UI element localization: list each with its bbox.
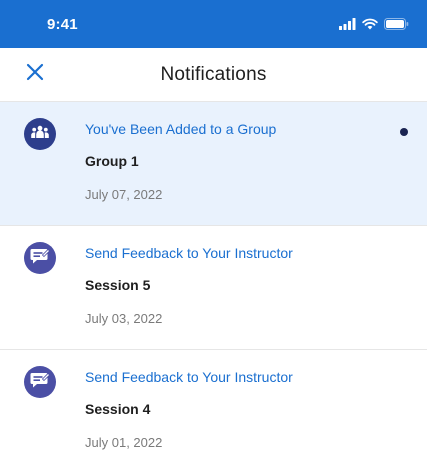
wifi-icon (362, 18, 378, 30)
group-icon (30, 125, 50, 144)
notification-date: July 07, 2022 (85, 187, 163, 202)
notification-item[interactable]: Send Feedback to Your Instructor Session… (0, 350, 427, 468)
unread-dot (400, 128, 408, 136)
notification-date: July 01, 2022 (85, 435, 163, 450)
notification-subtitle: Session 5 (85, 277, 151, 293)
close-button[interactable] (20, 60, 50, 90)
notification-item[interactable]: Send Feedback to Your Instructor Session… (0, 226, 427, 350)
notifications-screen: 9:41 Notifications You've Been Added to … (0, 0, 427, 468)
avatar (24, 366, 56, 398)
notification-date: July 03, 2022 (85, 311, 163, 326)
battery-icon (384, 18, 409, 30)
notification-title: You've Been Added to a Group (85, 121, 277, 137)
notification-item[interactable]: You've Been Added to a Group Group 1 Jul… (0, 102, 427, 226)
notification-title: Send Feedback to Your Instructor (85, 369, 293, 385)
close-icon (26, 63, 44, 86)
status-icons (339, 18, 409, 30)
feedback-icon (30, 247, 51, 270)
notification-list: You've Been Added to a Group Group 1 Jul… (0, 102, 427, 468)
status-time: 9:41 (47, 15, 78, 33)
notification-subtitle: Session 4 (85, 401, 151, 417)
notification-subtitle: Group 1 (85, 153, 139, 169)
avatar (24, 242, 56, 274)
header: Notifications (0, 48, 427, 102)
avatar (24, 118, 56, 150)
notification-title: Send Feedback to Your Instructor (85, 245, 293, 261)
page-title: Notifications (160, 63, 267, 85)
status-bar: 9:41 (0, 0, 427, 48)
signal-icon (339, 18, 356, 30)
feedback-icon (30, 371, 51, 394)
